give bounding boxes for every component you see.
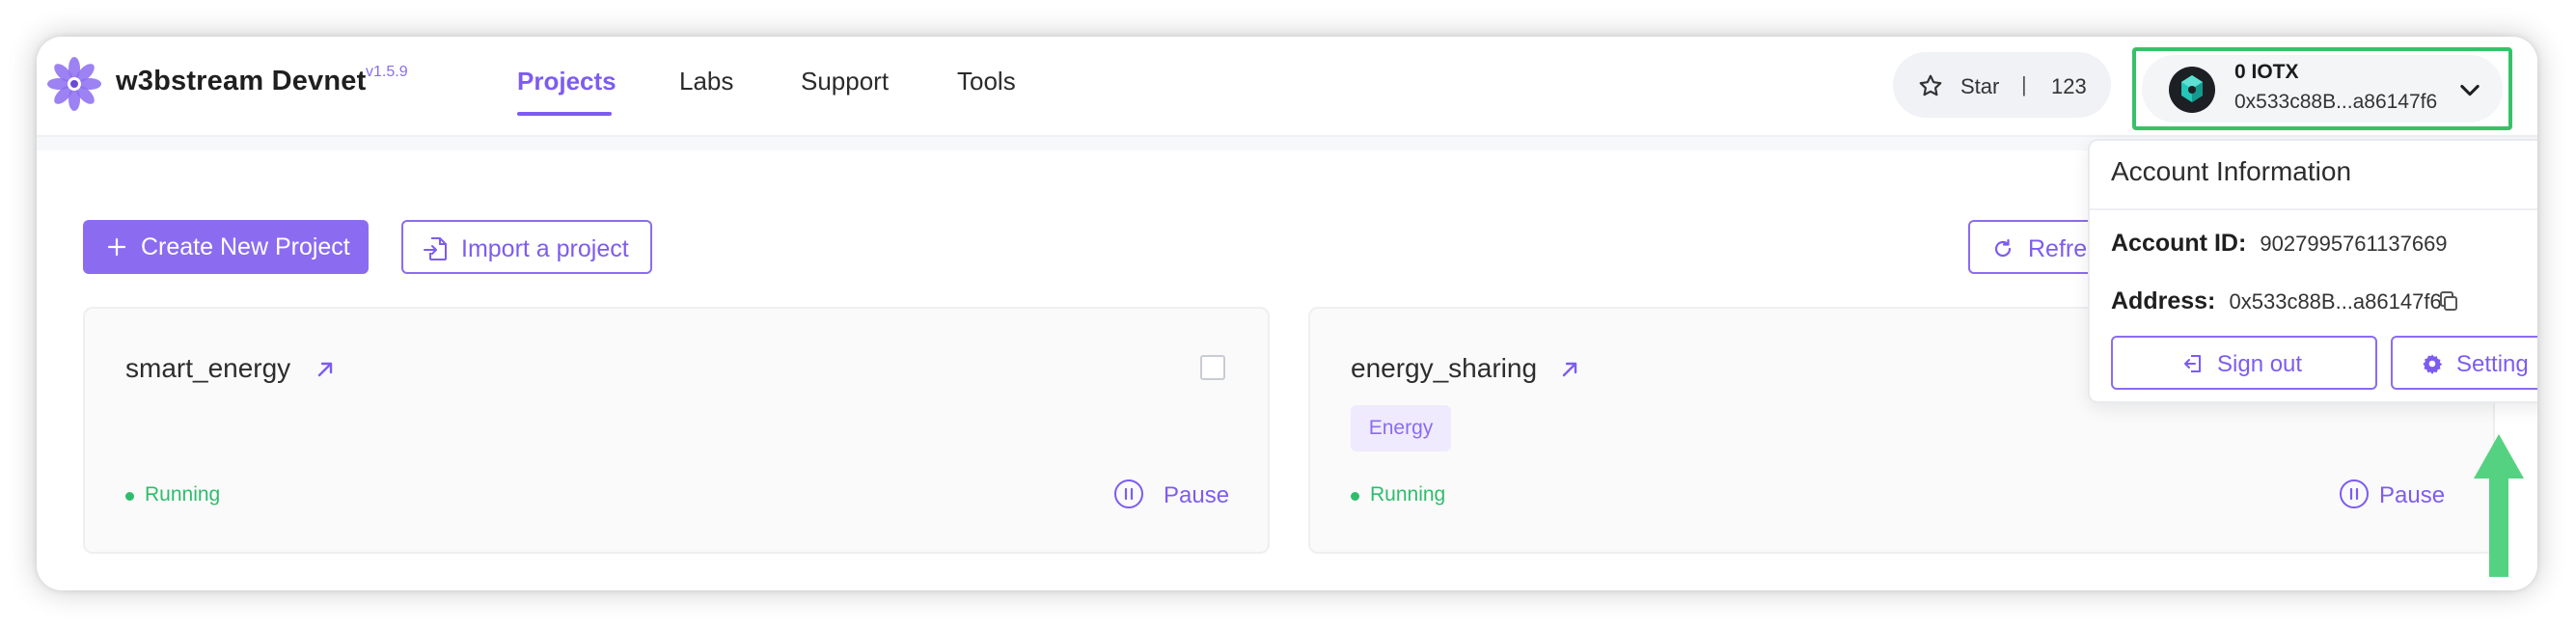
status-dot-icon xyxy=(1351,492,1359,501)
account-info-dropdown: Account Information Account ID: 90279957… xyxy=(2088,139,2537,403)
file-import-icon xyxy=(424,237,447,260)
top-header: w3bstream Devnet v1.5.9 Projects Labs Su… xyxy=(37,37,2537,137)
gear-icon xyxy=(2423,354,2443,374)
plus-icon xyxy=(107,237,126,257)
dropdown-title: Account Information xyxy=(2111,156,2352,186)
pause-icon[interactable] xyxy=(1113,479,1144,509)
account-menu-button[interactable]: 0 IOTX 0x533c88B...a86147f6 xyxy=(2142,55,2503,123)
project-card[interactable]: smart_energy Running Pause xyxy=(83,307,1270,554)
sign-out-button[interactable]: Sign out xyxy=(2111,336,2377,390)
dropdown-divider xyxy=(2090,208,2537,210)
copy-icon[interactable] xyxy=(2437,289,2460,313)
external-link-icon[interactable] xyxy=(1557,357,1582,382)
address-row: Address: 0x533c88B...a86147f6 xyxy=(2111,287,2442,315)
star-count: 123 xyxy=(2051,74,2087,98)
create-project-label: Create New Project xyxy=(141,233,350,260)
account-menu-highlight: 0 IOTX 0x533c88B...a86147f6 xyxy=(2132,47,2512,130)
settings-label: Setting xyxy=(2456,351,2529,377)
nav-tab-labs[interactable]: Labs xyxy=(679,67,733,96)
pause-button[interactable]: Pause xyxy=(1164,482,1229,509)
settings-button[interactable]: Setting xyxy=(2391,336,2537,390)
nav-tab-tools[interactable]: Tools xyxy=(957,67,1016,96)
import-project-label: Import a project xyxy=(461,235,629,262)
project-name[interactable]: energy_sharing xyxy=(1351,353,1537,384)
project-select-checkbox[interactable] xyxy=(1200,355,1225,380)
address-value: 0x533c88B...a86147f6 xyxy=(2229,289,2442,314)
project-tag: Energy xyxy=(1351,405,1451,451)
account-id-label: Account ID: xyxy=(2111,230,2247,257)
sign-out-label: Sign out xyxy=(2217,351,2303,377)
account-address: 0x533c88B...a86147f6 xyxy=(2234,91,2438,113)
star-separator: | xyxy=(2021,72,2027,96)
pause-button[interactable]: Pause xyxy=(2379,482,2445,509)
iotex-avatar-icon xyxy=(2169,67,2215,113)
pause-icon[interactable] xyxy=(2339,479,2370,509)
project-status: Running xyxy=(1370,483,1446,506)
flower-logo-icon[interactable] xyxy=(46,54,102,114)
status-dot-icon xyxy=(125,492,134,501)
app-title: w3bstream Devnet xyxy=(116,66,367,96)
star-icon xyxy=(1919,74,1942,96)
address-label: Address: xyxy=(2111,287,2216,314)
account-id-row: Account ID: 9027995761137669 xyxy=(2111,230,2448,258)
app-version: v1.5.9 xyxy=(366,64,408,80)
star-label: Star xyxy=(1960,74,2000,98)
import-project-button[interactable]: Import a project xyxy=(401,220,652,274)
nav-active-indicator xyxy=(517,112,612,116)
chevron-down-icon[interactable] xyxy=(2456,76,2483,103)
github-star-button[interactable]: Star | 123 xyxy=(1893,52,2111,118)
create-project-button[interactable]: Create New Project xyxy=(83,220,369,274)
account-id-value: 9027995761137669 xyxy=(2260,232,2448,256)
sign-out-icon xyxy=(2184,355,2201,372)
project-status: Running xyxy=(145,483,221,506)
account-balance: 0 IOTX xyxy=(2234,61,2299,83)
nav-tab-support[interactable]: Support xyxy=(801,67,889,96)
nav-tab-projects[interactable]: Projects xyxy=(517,67,617,96)
up-arrow-icon xyxy=(2474,434,2524,577)
external-link-icon[interactable] xyxy=(313,357,338,382)
app-window: w3bstream Devnet v1.5.9 Projects Labs Su… xyxy=(37,37,2537,590)
refresh-icon xyxy=(1994,238,2012,258)
project-name[interactable]: smart_energy xyxy=(125,353,290,384)
